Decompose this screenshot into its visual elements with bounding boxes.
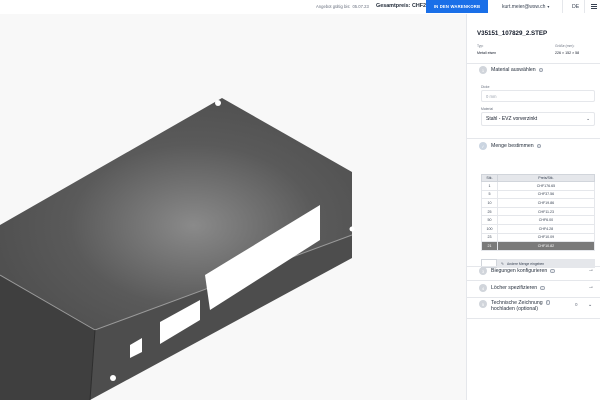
- info-icon[interactable]: i: [545, 300, 551, 305]
- table-row[interactable]: 25 CHF11.23: [481, 206, 595, 217]
- table-row[interactable]: 5 CHF37.56: [481, 189, 595, 200]
- info-icon[interactable]: i: [540, 285, 545, 291]
- step-quantity[interactable]: ✓ Menge bestimmen i: [479, 142, 542, 150]
- 3d-model-viewer[interactable]: [0, 14, 466, 400]
- step-drawing-upload[interactable]: 5 Technische Zeichnung hochladen (option…: [479, 300, 551, 312]
- top-bar: Angebot gültig bis: 05.07.23 Gesamtpreis:…: [0, 0, 600, 14]
- file-name: V35151_107829_2.STEP: [477, 30, 548, 37]
- chevron-down-icon: ▾: [547, 4, 550, 9]
- size-value: 226 × 152 × 58: [555, 51, 580, 55]
- mount-hole: [349, 226, 355, 232]
- price-cell: CHF6.00: [497, 215, 595, 225]
- type-label: Typ:: [477, 44, 484, 48]
- qty-cell: 10: [481, 198, 498, 208]
- table-row[interactable]: 1 CHF176.65: [481, 181, 595, 191]
- qty-cell: 1: [481, 181, 498, 191]
- step-number: 3: [479, 267, 487, 275]
- price-cell: CHF19.86: [497, 198, 595, 208]
- material-select[interactable]: Stahl - EVZ vorverzinkt ⌄: [481, 112, 595, 126]
- divider: [467, 280, 600, 281]
- price-cell: CHF176.65: [497, 181, 595, 191]
- info-icon[interactable]: i: [550, 268, 555, 274]
- table-row-selected[interactable]: 21 CHF10.82: [481, 241, 595, 251]
- mount-hole: [215, 100, 221, 106]
- arrow-right-icon[interactable]: →: [588, 267, 594, 273]
- step-number: 1: [479, 66, 487, 74]
- drawing-count: 0: [575, 302, 578, 307]
- offer-valid-until: Angebot gültig bis: 05.07.23: [316, 4, 369, 9]
- price-cell: CHF37.56: [497, 189, 595, 200]
- table-row[interactable]: 100 CHF4.28: [481, 223, 595, 234]
- type-value: Metall eisen: [477, 51, 497, 55]
- divider: [584, 0, 585, 13]
- qty-cell: 50: [481, 215, 498, 225]
- material-label: Material: [481, 107, 494, 111]
- price-cell: CHF10.09: [497, 232, 595, 243]
- thickness-input[interactable]: 0 mm: [481, 90, 595, 102]
- step-number: 4: [479, 284, 487, 292]
- divider: [467, 297, 600, 298]
- configuration-panel: V35151_107829_2.STEP Typ: Metall eisen G…: [466, 14, 600, 400]
- divider: [467, 318, 600, 319]
- price-cell: CHF11.23: [497, 206, 595, 217]
- size-label: Größe (mm):: [555, 44, 575, 48]
- info-icon[interactable]: i: [536, 143, 542, 149]
- language-selector[interactable]: DE: [572, 4, 579, 10]
- top-plate: [0, 98, 352, 330]
- chevron-down-icon: ⌄: [586, 116, 590, 121]
- add-to-cart-button[interactable]: IN DEN WARENKORB: [426, 0, 488, 13]
- column-header-price: Preis/Stk.: [497, 174, 595, 182]
- chevron-down-icon[interactable]: ⌄: [588, 302, 592, 308]
- divider: [467, 138, 600, 139]
- table-row[interactable]: 50 CHF6.00: [481, 215, 595, 225]
- step-label: Biegungen konfigurieren: [491, 268, 548, 274]
- column-header-quantity: Stk.: [481, 174, 498, 182]
- qty-cell: 21: [481, 241, 498, 251]
- price-cell: CHF10.82: [497, 241, 595, 251]
- step-label: Menge bestimmen: [491, 143, 534, 149]
- user-account-menu[interactable]: kurt.meier@wsw.ch ▾: [502, 4, 549, 10]
- mount-hole: [110, 375, 116, 381]
- pencil-icon: ✎: [501, 261, 505, 266]
- step-label: Löcher spezifizieren: [491, 285, 538, 291]
- hamburger-icon[interactable]: [591, 4, 597, 9]
- step-holes[interactable]: 4 Löcher spezifizieren i: [479, 284, 545, 292]
- quantity-price-table: Stk. Preis/Stk. 1 CHF176.65 5 CHF37.56 10 C…: [481, 174, 595, 251]
- table-header: Stk. Preis/Stk.: [481, 174, 595, 182]
- divider: [562, 0, 563, 13]
- step-label-line2: hochladen (optional): [491, 306, 539, 312]
- step-number: 5: [479, 300, 487, 308]
- price-cell: CHF4.28: [497, 223, 595, 234]
- qty-cell: 25: [481, 206, 498, 217]
- table-row[interactable]: 23 CHF10.09: [481, 232, 595, 243]
- step-label: Material auswählen: [491, 67, 536, 73]
- divider: [467, 63, 600, 64]
- qty-cell: 5: [481, 189, 498, 200]
- arrow-right-icon[interactable]: →: [588, 284, 594, 290]
- step-bends[interactable]: 3 Biegungen konfigurieren i: [479, 267, 555, 275]
- table-row[interactable]: 10 CHF19.86: [481, 198, 595, 208]
- sheet-metal-model: [0, 98, 355, 400]
- thickness-label: Dicke: [481, 85, 490, 89]
- qty-cell: 23: [481, 232, 498, 243]
- check-icon: ✓: [479, 142, 487, 150]
- info-icon[interactable]: i: [538, 67, 544, 73]
- step-material[interactable]: 1 Material auswählen i: [479, 66, 544, 74]
- qty-cell: 100: [481, 223, 498, 234]
